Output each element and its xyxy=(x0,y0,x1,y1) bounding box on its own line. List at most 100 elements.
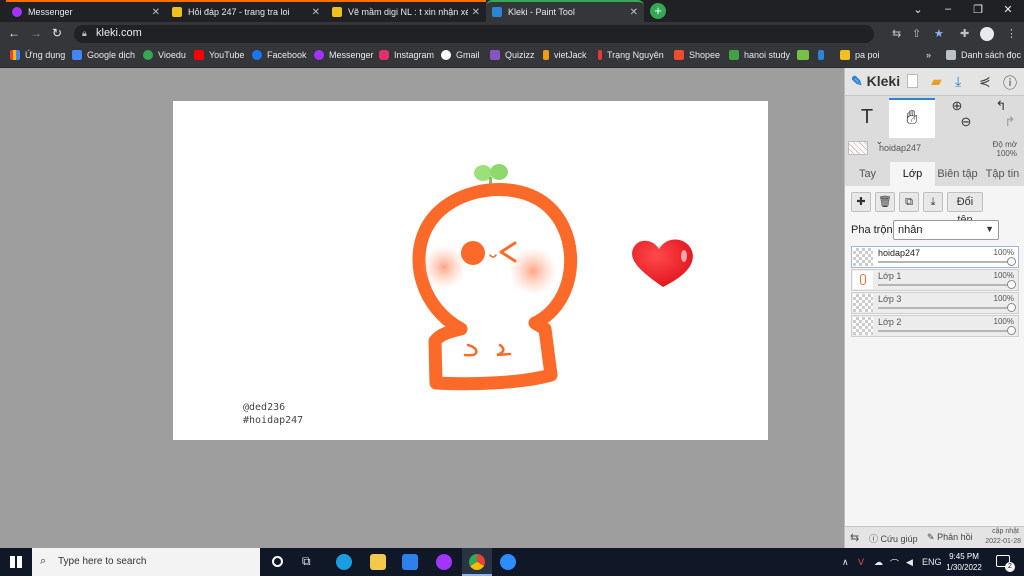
bookmark-vietjack[interactable]: vietJack xyxy=(543,50,587,60)
notification-center-icon[interactable]: 2 xyxy=(996,555,1015,572)
slider-knob[interactable] xyxy=(1007,303,1016,312)
tab-messenger[interactable]: Messenger ✕ xyxy=(6,0,166,22)
feedback-link[interactable]: ✎ Phản hồi xyxy=(927,532,973,543)
bookmark-star-icon[interactable]: ★ xyxy=(934,27,944,40)
bookmark-extra-1[interactable] xyxy=(797,50,814,60)
bookmark-pa-poi[interactable]: pa poi xyxy=(840,50,880,60)
bookmark-google-translate[interactable]: Google dịch xyxy=(72,50,135,60)
layer-item[interactable]: Lớp 3 100% xyxy=(851,292,1019,314)
tab-ve-mam[interactable]: Vẽ mầm digi NL : t xin nhận xét ✕ xyxy=(326,0,486,22)
taskbar-clock[interactable]: 9:45 PM 1/30/2022 xyxy=(934,551,994,573)
bookmark-shopee[interactable]: Shopee xyxy=(674,50,720,60)
help-icon[interactable]: ⓘ xyxy=(1003,73,1017,93)
open-folder-icon[interactable]: ▰ xyxy=(931,73,942,90)
forward-icon[interactable]: → xyxy=(30,26,42,40)
download-icon[interactable]: ⤓ xyxy=(955,73,961,90)
minimize-icon[interactable]: – xyxy=(940,3,956,15)
bookmark-vioedu[interactable]: Vioedu xyxy=(143,50,186,60)
share-icon[interactable]: ⋞ xyxy=(979,73,991,90)
address-bar[interactable]: 🔒︎ kleki.com xyxy=(74,25,874,43)
taskbar-search-box[interactable]: ⌕ Type here to search xyxy=(32,548,260,576)
bookmark-messenger[interactable]: Messenger xyxy=(314,50,374,60)
new-tab-button[interactable]: + xyxy=(650,3,666,19)
merge-down-icon: ⤓ xyxy=(930,196,936,208)
windows-start-icon[interactable] xyxy=(10,556,22,568)
redo-icon[interactable]: ↱ xyxy=(981,114,1021,130)
undo-icon[interactable]: ↰ xyxy=(981,98,1021,114)
edge-icon[interactable] xyxy=(336,554,352,570)
close-tab-icon[interactable]: ✕ xyxy=(630,7,638,18)
menu-kebab-icon[interactable]: ⋮ xyxy=(1006,27,1017,40)
slider-knob[interactable] xyxy=(1007,280,1016,289)
tab-hoidap[interactable]: Hỏi đáp 247 - trang tra loi ✕ xyxy=(166,0,326,22)
zoom-out-icon[interactable]: ⊖ xyxy=(939,114,975,130)
chrome-taskbar-button[interactable] xyxy=(462,548,492,576)
window-close-icon[interactable]: ✕ xyxy=(1000,3,1016,16)
new-image-icon[interactable] xyxy=(907,74,918,88)
canvas-workspace[interactable]: @ded236 #hoidap247 xyxy=(0,68,844,548)
bookmark-youtube[interactable]: YouTube xyxy=(194,50,244,60)
close-tab-icon[interactable]: ✕ xyxy=(152,7,160,18)
duplicate-layer-button[interactable]: ⧉ xyxy=(899,192,919,212)
blend-mode-select[interactable]: nhân ▼ xyxy=(893,220,999,240)
reading-list-button[interactable]: Danh sách đọc xyxy=(946,50,1021,60)
hand-tool-button[interactable]: ✋︎ xyxy=(889,98,935,138)
antivirus-tray-icon[interactable]: V xyxy=(858,557,864,567)
profile-avatar[interactable] xyxy=(980,27,994,41)
messenger-taskbar-icon[interactable] xyxy=(436,554,452,570)
translate-page-icon[interactable]: ⇆ xyxy=(892,27,901,40)
bookmark-apps[interactable]: Ứng dụng xyxy=(10,50,65,60)
watermark-tag: #hoidap247 xyxy=(243,415,304,426)
update-label: cập nhật xyxy=(992,528,1019,535)
file-explorer-icon[interactable] xyxy=(370,554,386,570)
tab-layers[interactable]: Lớp xyxy=(890,162,935,186)
delete-layer-button[interactable]: 🗑︎ xyxy=(875,192,895,212)
zoom-app-icon[interactable] xyxy=(500,554,516,570)
bookmark-extra-2[interactable] xyxy=(818,50,829,60)
show-hidden-icons[interactable]: ∧ xyxy=(842,557,849,568)
rename-layer-button[interactable]: Đổi tên xyxy=(947,192,983,226)
cortana-icon[interactable] xyxy=(272,556,283,567)
close-tab-icon[interactable]: ✕ xyxy=(472,7,480,18)
zoom-in-icon[interactable]: ⊕ xyxy=(939,98,975,114)
slider-knob[interactable] xyxy=(1007,257,1016,266)
layer-item[interactable]: Lớp 2 100% xyxy=(851,315,1019,337)
gmail-icon xyxy=(441,50,451,60)
bookmark-gmail[interactable]: Gmail xyxy=(441,50,480,60)
store-icon[interactable] xyxy=(402,554,418,570)
bookmark-instagram[interactable]: Instagram xyxy=(379,50,434,60)
tab-search-icon[interactable]: ⌄ xyxy=(910,3,926,16)
tab-file[interactable]: Tập tin xyxy=(980,162,1024,186)
task-view-icon[interactable]: ⧉ xyxy=(302,554,311,569)
layer-opacity-slider[interactable] xyxy=(878,280,1016,289)
layer-item[interactable]: hoidap247 100% xyxy=(851,246,1019,268)
restore-icon[interactable]: ❐ xyxy=(970,3,986,16)
help-link[interactable]: ⓘ Cứu giúp xyxy=(869,532,918,545)
close-tab-icon[interactable]: ✕ xyxy=(312,7,320,18)
text-tool-button[interactable]: T ⌄ xyxy=(845,98,889,146)
add-layer-button[interactable]: ✚ xyxy=(851,192,871,212)
slider-knob[interactable] xyxy=(1007,326,1016,335)
tab-edit[interactable]: Biên tập xyxy=(935,162,980,186)
back-icon[interactable]: ← xyxy=(8,26,20,40)
volume-icon[interactable]: ◀ xyxy=(906,557,913,568)
onedrive-icon[interactable]: ☁ xyxy=(874,557,883,568)
merge-down-button[interactable]: ⤓ xyxy=(923,192,943,212)
bookmark-trang-nguyen[interactable]: Trạng Nguyên xyxy=(598,50,664,60)
reload-icon[interactable]: ↻ xyxy=(52,26,62,40)
tab-kleki[interactable]: Kleki - Paint Tool ✕ xyxy=(486,0,644,22)
bookmarks-overflow-icon[interactable]: » xyxy=(926,50,931,60)
share-icon[interactable]: ⇧ xyxy=(912,27,921,40)
network-icon[interactable]: ⌒ xyxy=(890,557,899,570)
bookmark-hanoi-study[interactable]: hanoi study xyxy=(729,50,790,60)
swap-sides-icon[interactable]: ⇆ xyxy=(850,531,859,544)
drawing-canvas[interactable]: @ded236 #hoidap247 xyxy=(173,101,768,440)
extensions-icon[interactable]: ✚ xyxy=(960,27,969,40)
layer-opacity-slider[interactable] xyxy=(878,303,1016,312)
layer-opacity-slider[interactable] xyxy=(878,257,1016,266)
bookmark-quizizz[interactable]: Quizizz xyxy=(490,50,535,60)
layer-opacity-slider[interactable] xyxy=(878,326,1016,335)
tab-brush[interactable]: Tay xyxy=(845,162,890,186)
bookmark-facebook[interactable]: Facebook xyxy=(252,50,307,60)
layer-item[interactable]: Lớp 1 100% xyxy=(851,269,1019,291)
